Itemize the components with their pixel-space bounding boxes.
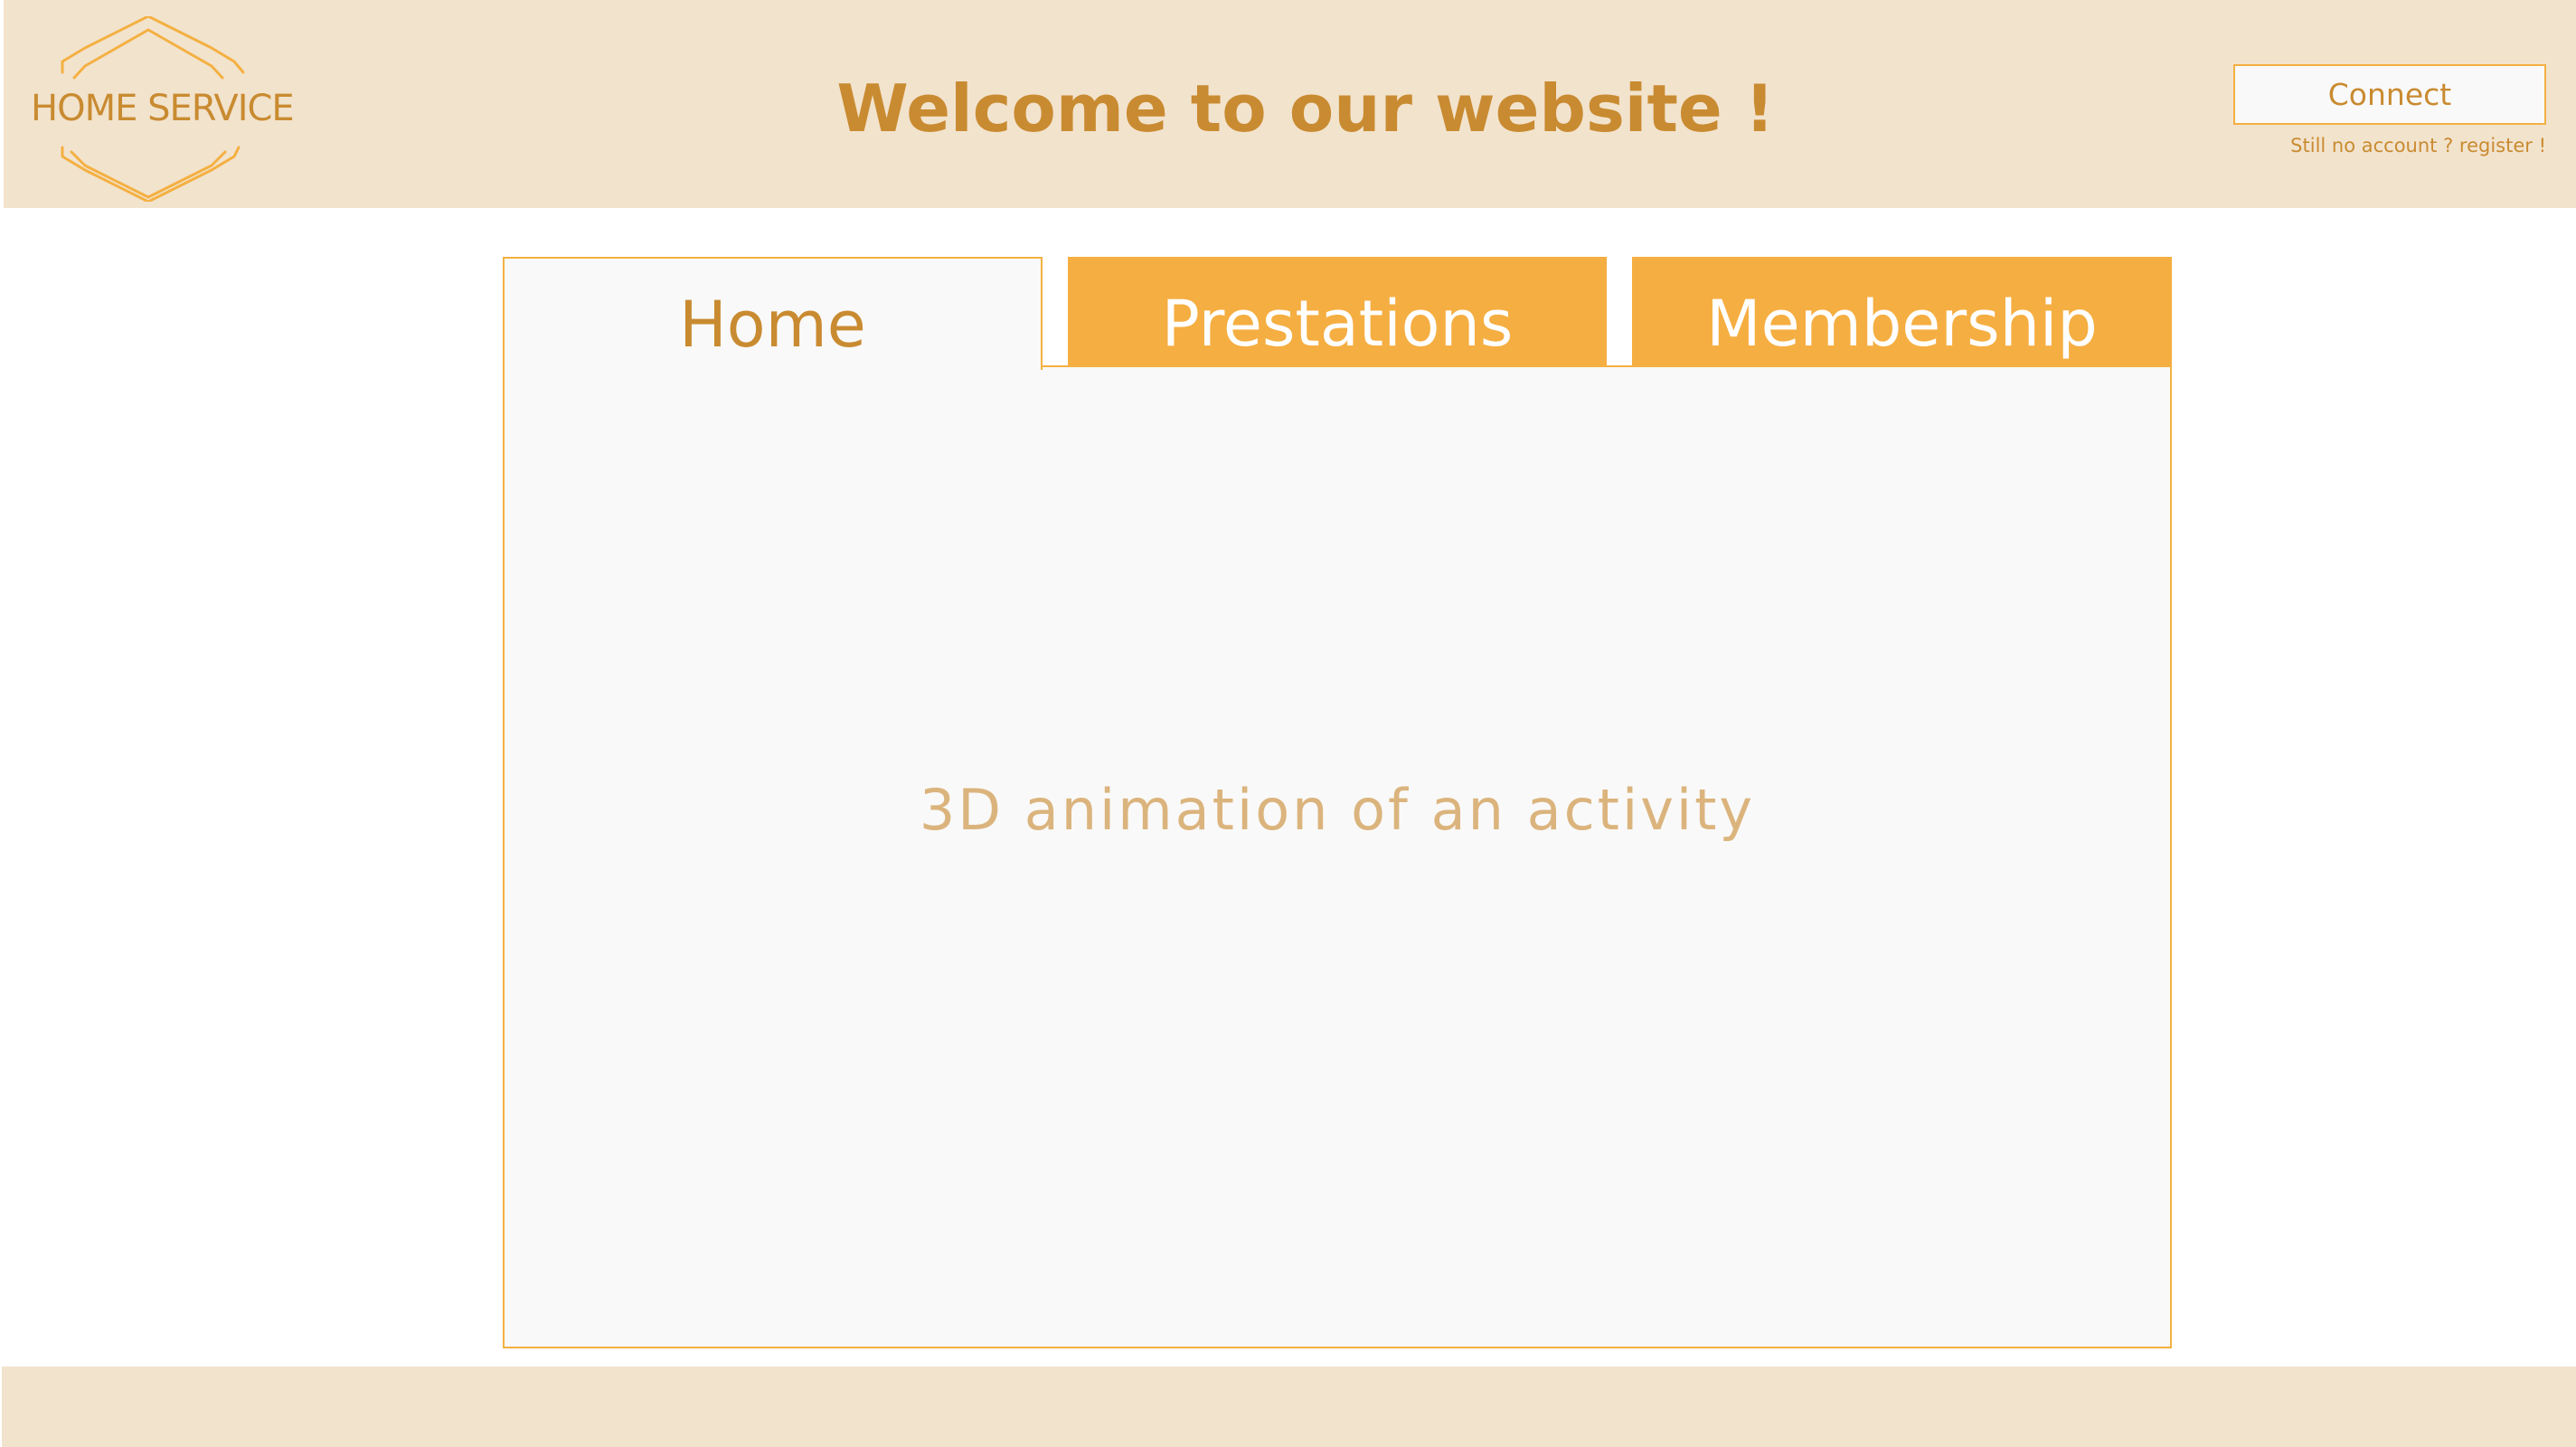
tab-prestations[interactable]: Prestations <box>1068 257 1607 365</box>
tab-home[interactable]: Home <box>503 257 1043 370</box>
page: HOME SERVICE Welcome to our website ! Co… <box>0 0 2576 1447</box>
brand-name: HOME SERVICE <box>31 88 295 129</box>
animation-placeholder: 3D animation of an activity <box>919 777 1756 843</box>
logo[interactable]: HOME SERVICE <box>31 16 295 202</box>
page-title: Welcome to our website ! <box>836 71 1775 147</box>
tab-membership[interactable]: Membership <box>1632 257 2172 365</box>
footer <box>2 1367 2576 1447</box>
connect-button[interactable]: Connect <box>2233 64 2546 125</box>
register-link[interactable]: Still no account ? register ! <box>2192 129 2546 162</box>
header: HOME SERVICE Welcome to our website ! Co… <box>4 0 2576 208</box>
content-panel: 3D animation of an activity <box>503 365 2172 1348</box>
